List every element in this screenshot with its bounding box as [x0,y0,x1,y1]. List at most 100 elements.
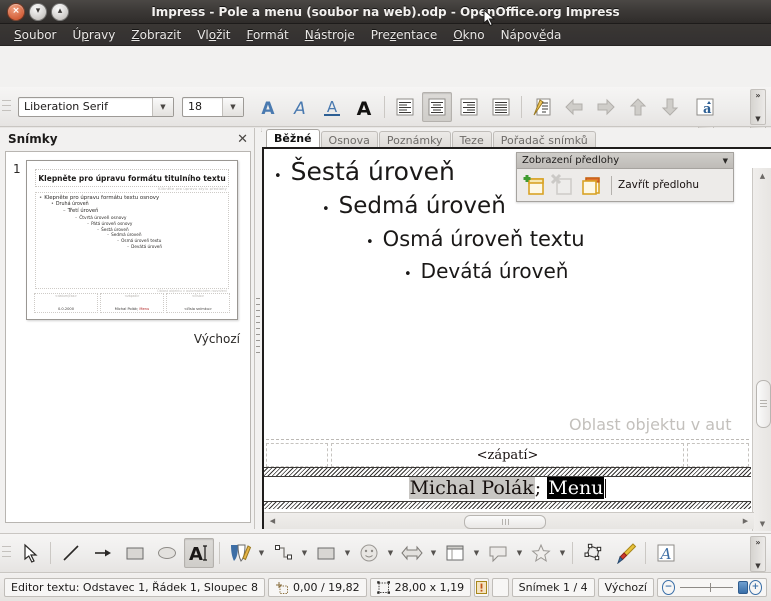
outline-level-6[interactable]: • Šestá úroveň [274,157,455,186]
outline-level-9[interactable]: • Devátá úroveň [404,259,568,283]
select-tool-button[interactable] [15,538,45,568]
position-icon [275,582,288,594]
slides-panel-close-icon[interactable]: ✕ [237,133,248,146]
status-modified-indicator[interactable] [474,578,490,597]
menu-prezentace[interactable]: Prezentace [363,26,445,44]
symbol-shapes-tool-button[interactable] [354,538,384,568]
menu-nastroje[interactable]: Nástroje [297,26,363,44]
drawing-toolbar-grip[interactable] [2,542,11,564]
connector-tool-button[interactable] [268,538,298,568]
status-zoom-slider[interactable]: − + [657,578,767,597]
canvas-horizontal-scrollbar[interactable]: ◀ ▶ [264,512,754,529]
flowchart-dropdown[interactable]: ▼ [471,540,482,566]
font-color-button[interactable]: A [349,92,379,122]
fontwork-tool-button[interactable]: A [651,538,681,568]
canvas-vertical-scrollbar[interactable]: ▲ ▼ [752,168,771,531]
font-name-dropdown-icon[interactable]: ▼ [152,97,173,116]
scroll-right-icon[interactable]: ▶ [737,513,754,529]
font-name-combo[interactable]: Liberation Serif ▼ [18,96,174,117]
slidenumber-placeholder-box[interactable] [687,443,749,467]
curve-tool-button[interactable] [225,538,255,568]
tab-poradac-snimku[interactable]: Pořadač snímků [492,131,596,148]
scroll-left-icon[interactable]: ◀ [264,513,281,529]
promote-button[interactable] [591,92,621,122]
scroll-down-icon[interactable]: ▼ [753,516,771,531]
slide-canvas[interactable]: • Šestá úroveň • Sedmá úroveň • Osmá úro… [264,149,751,509]
ellipse-tool-button[interactable] [152,538,182,568]
footer-placeholder-box[interactable]: <zápatí> [331,443,684,467]
basic-shapes-dropdown[interactable]: ▼ [342,540,353,566]
points-tool-button[interactable] [578,538,608,568]
block-arrows-dropdown[interactable]: ▼ [428,540,439,566]
outline-level-8[interactable]: • Osmá úroveň textu [366,227,585,251]
demote-button[interactable] [559,92,589,122]
callouts-dropdown[interactable]: ▼ [514,540,525,566]
new-master-button[interactable] [521,171,549,199]
align-left-button[interactable] [390,92,420,122]
zoom-in-button[interactable]: + [748,580,762,595]
align-right-button[interactable] [454,92,484,122]
arrow-tool-button[interactable] [88,538,118,568]
zoom-knob[interactable] [738,581,748,594]
menu-napoveda[interactable]: Nápověda [493,26,570,44]
bold-button[interactable]: A [253,92,283,122]
tab-teze[interactable]: Teze [451,131,492,148]
curve-tool-dropdown[interactable]: ▼ [256,540,267,566]
selection-frame-bottom [264,501,751,509]
rectangle-tool-button[interactable] [120,538,150,568]
drawing-toolbar-overflow[interactable]: » ▼ [750,536,766,572]
horizontal-scroll-thumb[interactable] [464,515,546,529]
stars-tool-button[interactable] [526,538,556,568]
callouts-tool-button[interactable] [483,538,513,568]
tab-bezne[interactable]: Běžné [266,129,320,148]
rename-master-button[interactable] [577,171,605,199]
stars-dropdown[interactable]: ▼ [557,540,568,566]
callout-bubble-icon [489,546,507,563]
close-master-view-button[interactable]: Zavřít předlohu [618,179,699,191]
text-tool-button[interactable]: A [184,538,214,568]
slide-thumbnail-1[interactable]: Klepněte pro úpravu formátu titulního te… [26,160,238,320]
move-up-button[interactable] [623,92,653,122]
bullet-marker: • [39,195,43,201]
character-format-button[interactable]: a [690,92,720,122]
zoom-out-button[interactable]: − [662,580,676,595]
flowchart-tool-button[interactable] [440,538,470,568]
underline-button[interactable]: A [317,92,347,122]
menu-upravy[interactable]: Úpravy [64,26,123,44]
chevron-down-icon[interactable]: ▼ [723,157,728,165]
font-size-dropdown-icon[interactable]: ▼ [222,97,243,116]
menu-vlozit[interactable]: Vložit [189,26,238,44]
master-view-toolbar-header[interactable]: Zobrazení předlohy ▼ [517,153,733,169]
minimize-window-button[interactable]: ▾ [29,2,47,21]
zoom-track[interactable] [680,583,734,592]
thumb-bullet-text: Druhá úroveň [55,202,89,208]
format-toolbar-overflow[interactable]: » ▼ [750,89,766,125]
scroll-up-icon[interactable]: ▲ [753,168,771,183]
block-arrows-tool-button[interactable] [397,538,427,568]
date-placeholder-box[interactable] [266,443,328,467]
tab-osnova[interactable]: Osnova [320,131,378,148]
align-center-button[interactable] [422,91,452,122]
line-tool-button[interactable] [56,538,86,568]
maximize-window-button[interactable]: ▴ [51,2,69,21]
panel-splitter[interactable] [255,128,261,529]
selected-text-object[interactable]: Michal Polák; Menu [264,475,751,501]
menu-format[interactable]: Formát [238,26,296,44]
outline-level-7[interactable]: • Sedmá úroveň [322,193,506,219]
align-justify-button[interactable] [486,92,516,122]
basic-shapes-tool-button[interactable] [311,538,341,568]
italic-button[interactable]: A [285,92,315,122]
gluepoints-tool-button[interactable] [610,538,640,568]
close-window-button[interactable]: × [7,2,25,21]
font-size-combo[interactable]: 18 ▼ [182,96,244,117]
symbol-shapes-dropdown[interactable]: ▼ [385,540,396,566]
move-down-button[interactable] [655,92,685,122]
menu-soubor[interactable]: Soubor [6,26,64,44]
vertical-scroll-thumb[interactable] [756,380,771,428]
tab-poznamky[interactable]: Poznámky [378,131,451,148]
connector-tool-dropdown[interactable]: ▼ [299,540,310,566]
bullets-numbering-button[interactable] [527,92,557,122]
format-toolbar-grip[interactable] [2,95,11,118]
status-signature-indicator[interactable] [492,578,509,597]
menu-zobrazit[interactable]: Zobrazit [123,26,189,44]
